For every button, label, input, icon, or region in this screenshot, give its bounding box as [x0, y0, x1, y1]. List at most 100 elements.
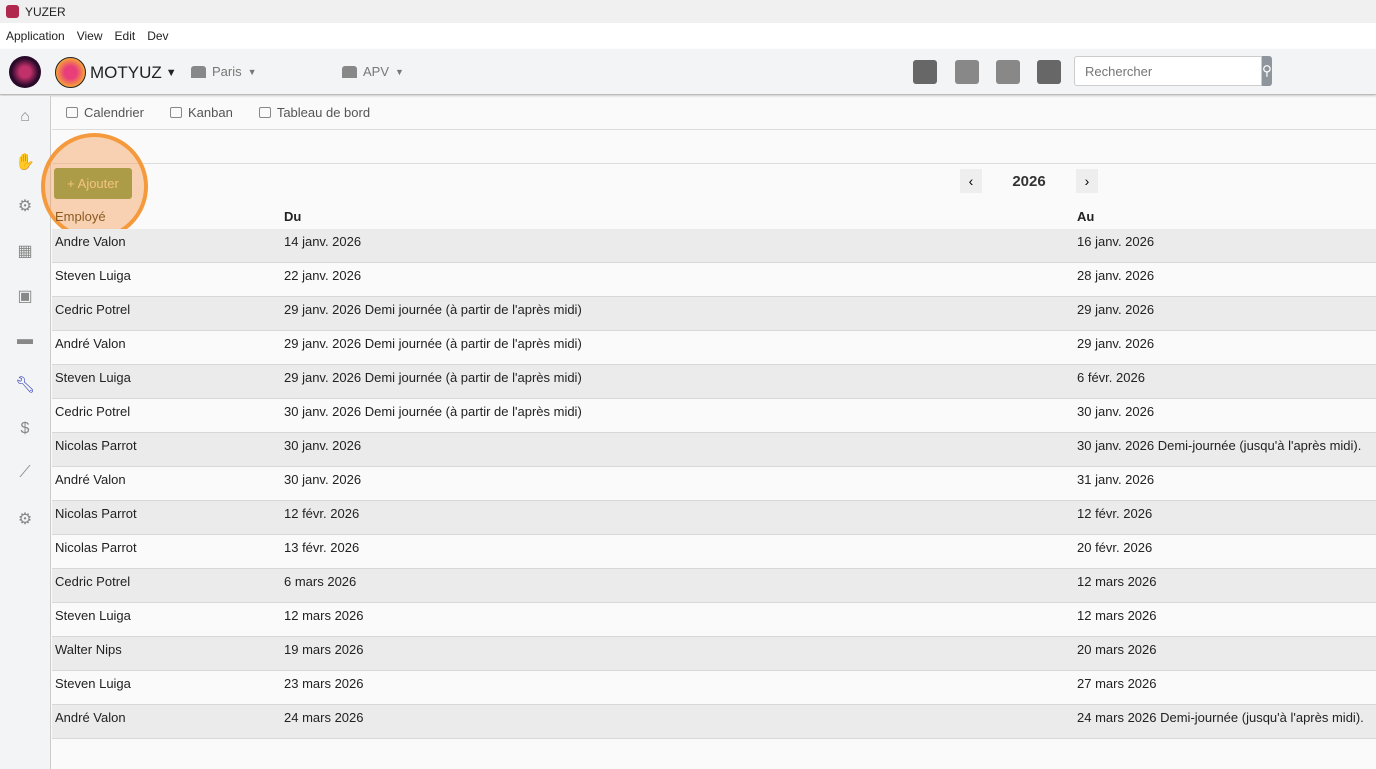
cell-au: 12 mars 2026	[1077, 608, 1157, 623]
menu-edit[interactable]: Edit	[115, 29, 136, 43]
menu-view[interactable]: View	[77, 29, 103, 43]
cell-employe: Cedric Potrel	[55, 404, 131, 419]
cell-employe: Nicolas Parrot	[55, 540, 137, 555]
site-selector[interactable]: Paris ▼	[191, 64, 257, 79]
calendar-wrench-icon[interactable]	[996, 60, 1020, 84]
column-employe[interactable]: Employé	[55, 209, 106, 224]
table-row[interactable]: Cedric Potrel 29 janv. 2026 Demi journée …	[52, 297, 1376, 331]
year-label: 2026	[1012, 172, 1046, 190]
cell-au: 30 janv. 2026	[1077, 404, 1155, 419]
cell-au: 27 mars 2026	[1077, 676, 1157, 691]
cell-au: 28 janv. 2026	[1077, 268, 1155, 283]
cell-du: 30 janv. 2026	[284, 438, 362, 453]
table-row[interactable]: Steven Luiga 23 mars 2026 27 mars 2026	[52, 671, 1376, 705]
cell-du: 30 janv. 2026 Demi journée (à partir de …	[284, 404, 582, 419]
window-title: YUZER	[25, 4, 66, 19]
cell-employe: André Valon	[55, 336, 126, 351]
cell-au: 16 janv. 2026	[1077, 234, 1155, 249]
cell-employe: Andre Valon	[55, 234, 126, 249]
printer-icon	[342, 65, 357, 78]
cell-employe: Steven Luiga	[55, 268, 131, 283]
cell-employe: Walter Nips	[55, 642, 122, 657]
filter-band	[52, 130, 1376, 164]
handshake-icon[interactable]: ✋	[15, 152, 35, 171]
cell-employe: Nicolas Parrot	[55, 506, 137, 521]
table-row[interactable]: Steven Luiga 12 mars 2026 12 mars 2026	[52, 603, 1376, 637]
menu-application[interactable]: Application	[6, 29, 65, 43]
menubar: Application View Edit Dev	[0, 23, 1376, 49]
tab-kanban[interactable]: Kanban	[169, 105, 233, 120]
cell-employe: André Valon	[55, 472, 126, 487]
prev-year-button[interactable]: ‹	[960, 169, 982, 193]
cell-du: 14 janv. 2026	[284, 234, 362, 249]
cell-du: 12 févr. 2026	[284, 506, 360, 521]
search-input[interactable]	[1074, 56, 1262, 86]
cell-du: 29 janv. 2026 Demi journée (à partir de …	[284, 370, 582, 385]
column-au[interactable]: Au	[1077, 209, 1094, 224]
dashboard-icon	[258, 107, 271, 118]
chart-icon[interactable]: ⟋	[15, 464, 35, 482]
table-row[interactable]: Walter Nips 19 mars 2026 20 mars 2026	[52, 637, 1376, 671]
column-du[interactable]: Du	[284, 209, 301, 224]
company-selector[interactable]: MOTYUZ ▼	[55, 57, 177, 88]
app-icon	[6, 5, 19, 18]
cell-du: 29 janv. 2026 Demi journée (à partir de …	[284, 302, 582, 317]
table-row[interactable]: Cedric Potrel 30 janv. 2026 Demi journée …	[52, 399, 1376, 433]
next-year-button[interactable]: ›	[1076, 169, 1098, 193]
motorcycle-icon[interactable]: ⚙	[15, 196, 35, 215]
cart-icon[interactable]	[913, 60, 937, 84]
table-row[interactable]: Steven Luiga 22 janv. 2026 28 janv. 2026	[52, 263, 1376, 297]
table-row[interactable]: Nicolas Parrot 13 févr. 2026 20 févr. 2026	[52, 535, 1376, 569]
cell-au: 20 mars 2026	[1077, 642, 1157, 657]
menu-dev[interactable]: Dev	[147, 29, 168, 43]
caret-down-icon: ▼	[165, 66, 177, 79]
table-row[interactable]: André Valon 30 janv. 2026 31 janv. 2026	[52, 467, 1376, 501]
calendar-icon[interactable]: ▬	[15, 331, 35, 349]
add-button[interactable]: + Ajouter	[54, 168, 132, 199]
home-icon[interactable]: ⌂	[15, 108, 35, 126]
wrench-icon[interactable]: 🔧︎	[15, 375, 35, 394]
cell-du: 13 févr. 2026	[284, 540, 360, 555]
warehouse-icon[interactable]: ▣	[15, 286, 35, 305]
sidebar: ⌂ ✋ ⚙ ▦ ▣ ▬ 🔧︎ $ ⟋ ⚙	[0, 96, 51, 769]
cell-employe: Steven Luiga	[55, 608, 131, 623]
cell-au: 12 mars 2026	[1077, 574, 1157, 589]
settings-icon[interactable]: ⚙	[15, 509, 35, 528]
cell-au: 20 févr. 2026	[1077, 540, 1153, 555]
calendar-moto-icon[interactable]	[955, 60, 979, 84]
search-button[interactable]: ⚲	[1262, 56, 1272, 86]
table-row[interactable]: Cedric Potrel 6 mars 2026 12 mars 2026	[52, 569, 1376, 603]
cell-employe: André Valon	[55, 710, 126, 725]
table-row[interactable]: André Valon 24 mars 2026 24 mars 2026 Demi…	[52, 705, 1376, 739]
cell-employe: Steven Luiga	[55, 370, 131, 385]
kanban-icon	[169, 107, 182, 118]
search-icon: ⚲	[1262, 63, 1272, 78]
table-row[interactable]: Steven Luiga 29 janv. 2026 Demi journée (…	[52, 365, 1376, 399]
cell-au: 29 janv. 2026	[1077, 336, 1155, 351]
table-row[interactable]: André Valon 29 janv. 2026 Demi journée (à…	[52, 331, 1376, 365]
cell-employe: Steven Luiga	[55, 676, 131, 691]
calendar-icon	[66, 107, 78, 118]
cell-du: 22 janv. 2026	[284, 268, 362, 283]
cell-au: 12 févr. 2026	[1077, 506, 1153, 521]
cell-employe: Cedric Potrel	[55, 574, 131, 589]
table-row[interactable]: Andre Valon 14 janv. 2026 16 janv. 2026	[52, 229, 1376, 263]
table-header: Employé Du Au	[52, 209, 1376, 229]
cell-du: 30 janv. 2026	[284, 472, 362, 487]
caret-down-icon: ▼	[247, 66, 257, 77]
view-tabs: Calendrier Kanban Tableau de bord	[52, 96, 1376, 130]
tab-calendrier[interactable]: Calendrier	[66, 105, 144, 120]
table-body: Andre Valon 14 janv. 2026 16 janv. 2026 Ste…	[52, 229, 1376, 739]
dollar-icon[interactable]: $	[15, 420, 35, 438]
app-logo[interactable]	[9, 56, 41, 88]
tab-tableau-de-bord[interactable]: Tableau de bord	[258, 105, 370, 120]
boxes-icon[interactable]: ▦	[15, 241, 35, 260]
cart-moto-icon[interactable]	[1037, 60, 1061, 84]
cell-au: 29 janv. 2026	[1077, 302, 1155, 317]
cell-du: 23 mars 2026	[284, 676, 364, 691]
table-row[interactable]: Nicolas Parrot 12 févr. 2026 12 févr. 2026	[52, 501, 1376, 535]
table-row[interactable]: Nicolas Parrot 30 janv. 2026 30 janv. 2026…	[52, 433, 1376, 467]
search-box: ⚲	[1074, 56, 1272, 86]
department-selector[interactable]: APV ▼	[342, 64, 404, 79]
cell-du: 6 mars 2026	[284, 574, 357, 589]
